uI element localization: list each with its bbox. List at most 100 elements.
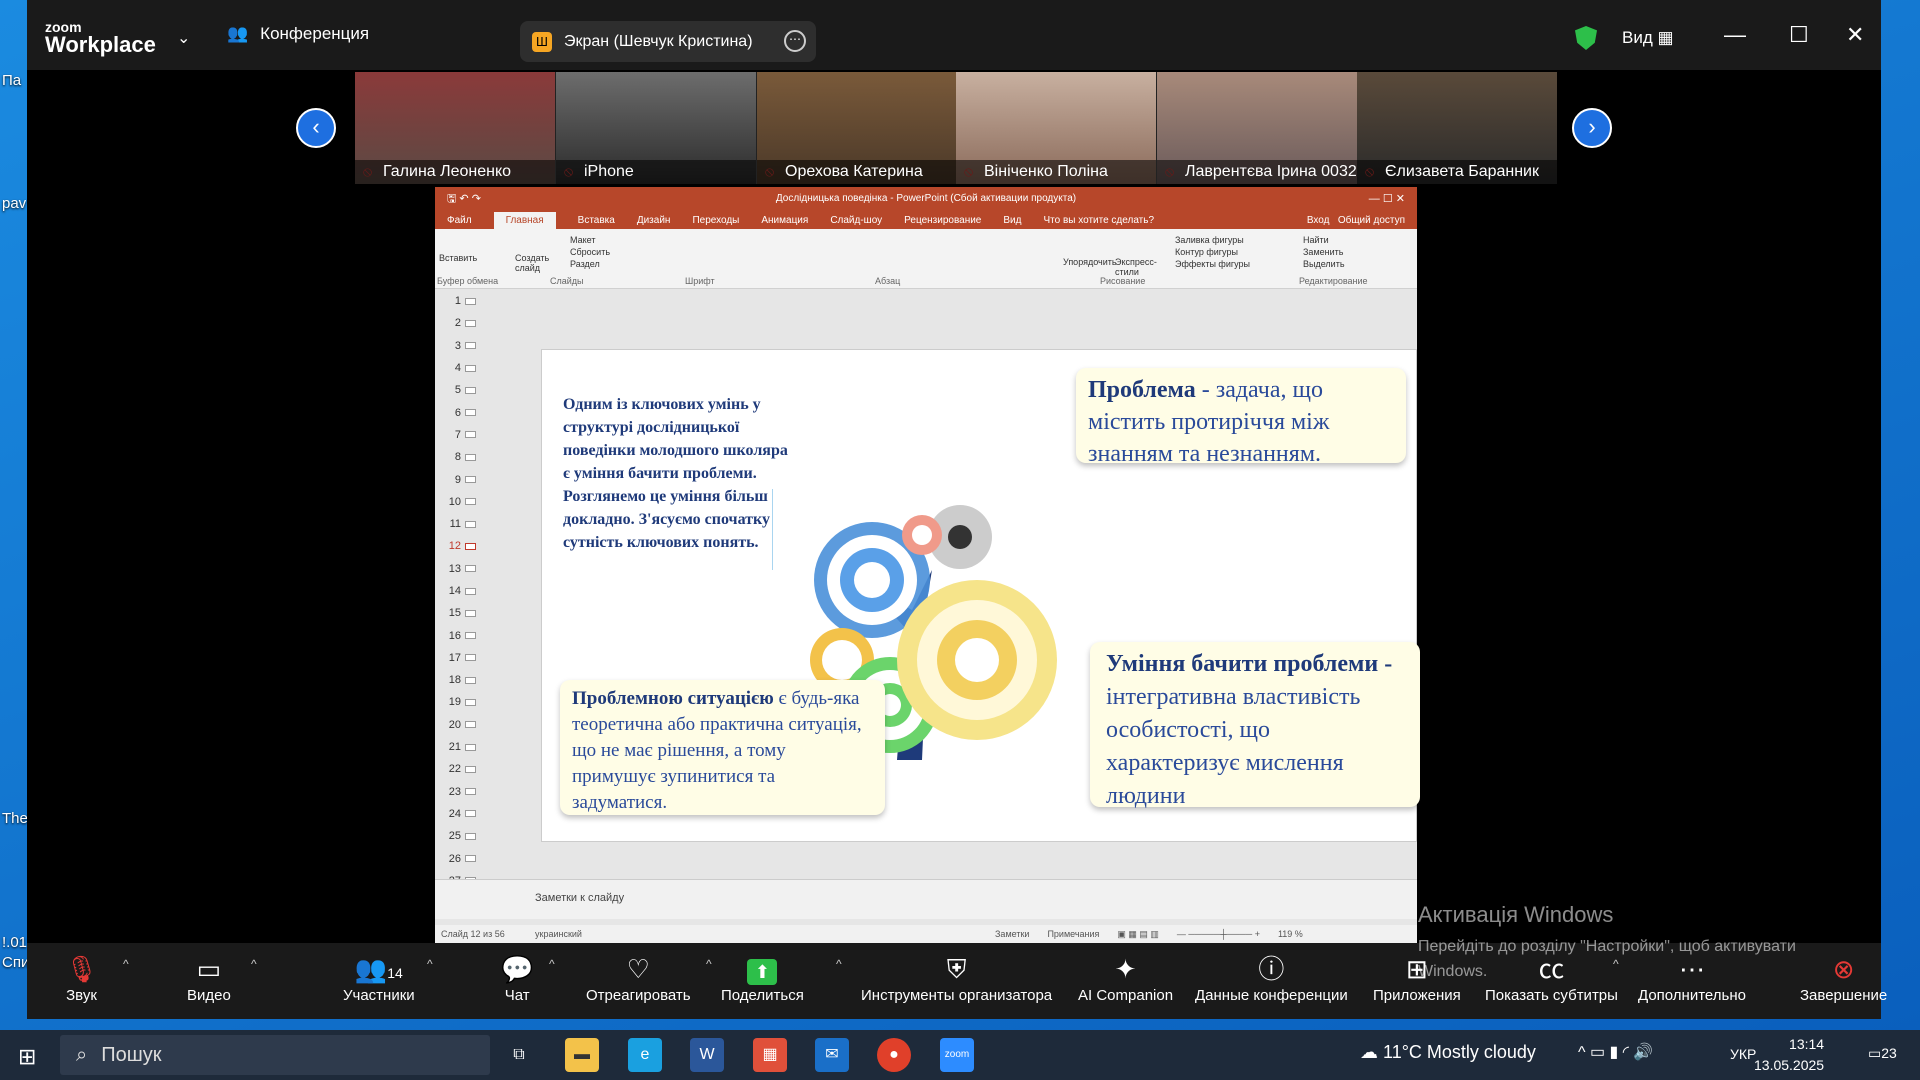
tab-design[interactable]: Дизайн <box>637 215 671 226</box>
fill-button[interactable]: Заливка фигуры <box>1175 235 1244 245</box>
mail-icon[interactable]: ✉ <box>815 1038 849 1072</box>
slide-thumbnail[interactable]: 6 <box>435 401 495 423</box>
login-link[interactable]: Вход <box>1307 215 1330 226</box>
section-button[interactable]: Раздел <box>570 259 600 269</box>
next-page-arrow[interactable]: › <box>1572 108 1612 148</box>
participants-button[interactable]: 👥14 Участники ^ <box>343 951 433 1004</box>
desktop-label[interactable]: The <box>2 810 28 827</box>
tab-insert[interactable]: Вставка <box>578 215 615 226</box>
slide-thumbnail[interactable]: 14 <box>435 580 495 602</box>
zoom-app-icon[interactable]: zoom <box>940 1038 974 1072</box>
weather-widget[interactable]: ☁ 11°C Mostly cloudy <box>1360 1042 1536 1063</box>
find-button[interactable]: Найти <box>1303 235 1329 245</box>
tray-icons[interactable]: ^ ▭ ▮ ◜ 🔊 <box>1578 1042 1653 1062</box>
quick-styles-button[interactable]: Экспресс-стили <box>1115 257 1160 277</box>
windows-start-icon[interactable]: ⊞ <box>18 1044 36 1070</box>
slide-thumbnail[interactable]: 1 <box>435 290 495 312</box>
slide-thumbnail[interactable]: 23 <box>435 781 495 803</box>
slide-thumbnail[interactable]: 15 <box>435 602 495 624</box>
language-indicator[interactable]: УКР <box>1730 1046 1756 1062</box>
zoom-slider[interactable]: — ─────┼──── + <box>1177 929 1260 940</box>
chevron-down-icon[interactable]: ⌄ <box>177 28 190 48</box>
slide-thumbnail[interactable]: 5 <box>435 379 495 401</box>
tab-file[interactable]: Файл <box>447 215 472 226</box>
comments-toggle[interactable]: Примечания <box>1047 929 1099 940</box>
view-buttons[interactable]: ▣ ▦ ▤ ▥ <box>1117 929 1159 940</box>
notes-toggle[interactable]: Заметки <box>995 929 1029 940</box>
slide-thumbnail[interactable]: 20 <box>435 714 495 736</box>
notification-icon[interactable]: ▭23 <box>1868 1045 1897 1062</box>
slide-thumbnail[interactable]: 10 <box>435 491 495 513</box>
select-button[interactable]: Выделить <box>1303 259 1345 269</box>
save-icon[interactable]: 🖫 ↶ ↷ <box>447 187 481 211</box>
outline-button[interactable]: Контур фигуры <box>1175 247 1238 257</box>
prev-page-arrow[interactable]: ‹ <box>296 108 336 148</box>
participant-tile[interactable]: ⦸Єлизавета Баранник <box>1357 72 1557 184</box>
chat-button[interactable]: 💬 Чат ^ <box>501 951 555 1004</box>
slide-thumbnail[interactable]: 17 <box>435 647 495 669</box>
task-view-icon[interactable]: ⧉ <box>502 1038 536 1072</box>
desktop-label[interactable]: Спи <box>2 954 29 971</box>
tab-transitions[interactable]: Переходы <box>692 215 739 226</box>
taskbar-search[interactable]: ⌕ Пошук <box>60 1035 490 1075</box>
slide-thumbnail[interactable]: 24 <box>435 803 495 825</box>
store-icon[interactable]: ▦ <box>753 1038 787 1072</box>
desktop-label[interactable]: !.01 <box>2 934 27 951</box>
tell-me-input[interactable]: Что вы хотите сделать? <box>1043 215 1154 226</box>
effects-button[interactable]: Эффекты фигуры <box>1175 259 1250 269</box>
slide-thumbnail[interactable]: 4 <box>435 357 495 379</box>
tab-review[interactable]: Рецензирование <box>904 215 981 226</box>
paste-button[interactable]: Вставить <box>439 253 477 263</box>
layout-button[interactable]: Макет <box>570 235 595 245</box>
slide-thumbnail[interactable]: 19 <box>435 691 495 713</box>
security-shield-icon[interactable] <box>1575 26 1597 50</box>
close-icon[interactable]: ✕ <box>1846 22 1864 48</box>
slide-thumbnail[interactable]: 21 <box>435 736 495 758</box>
host-tools-button[interactable]: ⛨ Инструменты организатора <box>861 951 1052 1004</box>
chrome-icon[interactable]: ● <box>877 1038 911 1072</box>
slide-thumbnail[interactable]: 8 <box>435 446 495 468</box>
participant-tile[interactable]: ⦸Вініченко Поліна <box>956 72 1156 184</box>
arrange-button[interactable]: Упорядочить <box>1063 257 1117 267</box>
participant-tile[interactable]: ⦸Орехова Катерина <box>757 72 957 184</box>
screen-share-indicator[interactable]: Ш Экран (Шевчук Кристина) ⋯ <box>520 21 816 62</box>
share-link[interactable]: Общий доступ <box>1338 215 1405 226</box>
slide-thumbnail[interactable]: 12 <box>435 535 495 557</box>
word-icon[interactable]: W <box>690 1038 724 1072</box>
notes-pane[interactable]: Заметки к слайду <box>435 879 1417 919</box>
ai-companion-button[interactable]: ✦ AI Companion <box>1078 951 1173 1004</box>
slide-thumbnail[interactable]: 16 <box>435 624 495 646</box>
edge-icon[interactable]: e <box>628 1038 662 1072</box>
tab-slideshow[interactable]: Слайд-шоу <box>830 215 882 226</box>
file-explorer-icon[interactable]: ▬ <box>565 1038 599 1072</box>
zoom-level[interactable]: 119 % <box>1278 929 1303 940</box>
slide-thumbnail[interactable]: 26 <box>435 847 495 869</box>
maximize-icon[interactable]: ☐ <box>1789 22 1809 48</box>
slide-thumbnail[interactable]: 13 <box>435 558 495 580</box>
desktop-label[interactable]: pav <box>2 195 26 212</box>
new-slide-button[interactable]: Создать слайд <box>515 253 555 273</box>
slide-thumbnail[interactable]: 7 <box>435 424 495 446</box>
participant-tile[interactable]: ⦸iPhone <box>556 72 756 184</box>
participant-tile[interactable]: ⦸Галина Леоненко <box>355 72 555 184</box>
desktop-label[interactable]: Па <box>2 72 21 89</box>
slide-thumbnail[interactable]: 25 <box>435 825 495 847</box>
slide-thumbnail[interactable]: 3 <box>435 335 495 357</box>
react-button[interactable]: ♡ Отреагировать ^ <box>586 951 712 1004</box>
tab-view[interactable]: Вид <box>1003 215 1021 226</box>
slide-thumbnail[interactable]: 22 <box>435 758 495 780</box>
tab-animation[interactable]: Анимация <box>761 215 808 226</box>
meeting-menu[interactable]: 👥 Конференция <box>227 24 369 44</box>
slide-thumbnail[interactable]: 11 <box>435 513 495 535</box>
more-icon[interactable]: ⋯ <box>784 30 806 52</box>
reset-button[interactable]: Сбросить <box>570 247 610 257</box>
language-indicator[interactable]: украинский <box>535 929 582 939</box>
taskbar-clock[interactable]: 13:14 13.05.2025 <box>1754 1034 1824 1076</box>
share-screen-button[interactable]: ⬆ Поделиться ^ <box>721 951 842 1004</box>
view-button[interactable]: Вид ▦ <box>1622 28 1674 48</box>
minimize-icon[interactable]: — <box>1724 22 1746 48</box>
window-controls[interactable]: — ☐ ✕ <box>1369 187 1405 211</box>
audio-button[interactable]: 🎙 Звук ^ <box>65 951 129 1004</box>
video-button[interactable]: ▭ Видео ^ <box>187 951 257 1004</box>
meeting-info-button[interactable]: ⓘ Данные конференции <box>1195 951 1348 1004</box>
